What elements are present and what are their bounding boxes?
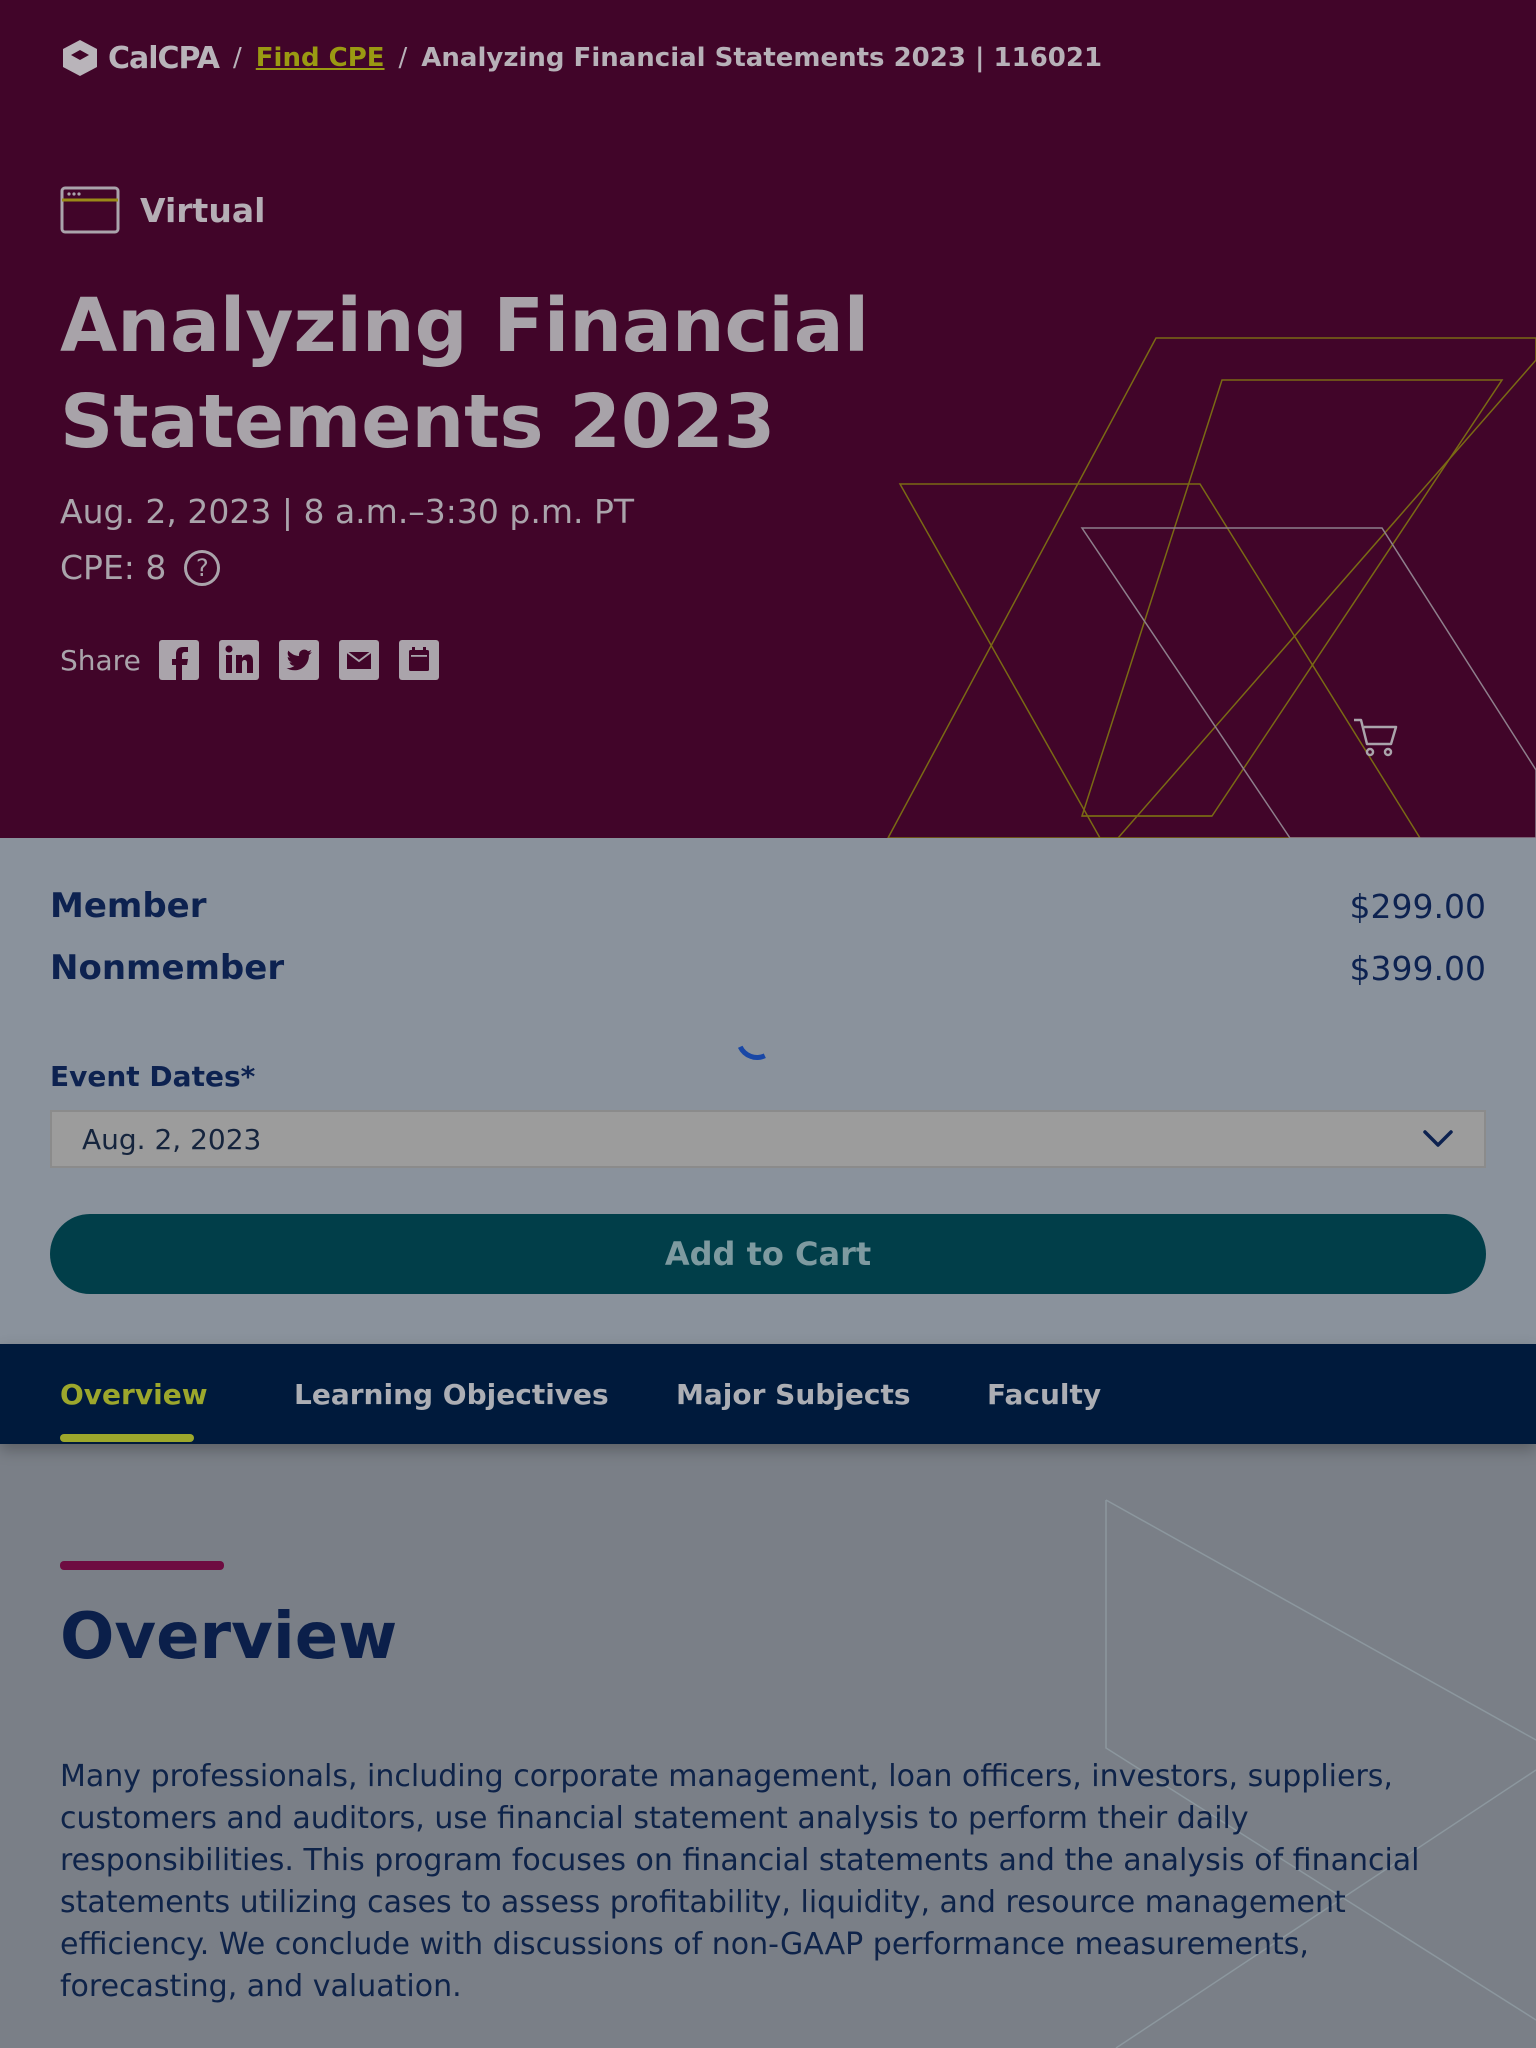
member-price: $299.00 bbox=[1349, 886, 1486, 926]
breadcrumb-separator: / bbox=[233, 43, 242, 73]
email-icon[interactable] bbox=[338, 640, 379, 680]
logo-text: CalCPA bbox=[108, 40, 220, 76]
event-dates-value: Aug. 2, 2023 bbox=[82, 1122, 262, 1156]
event-dates-select[interactable]: Aug. 2, 2023 bbox=[50, 1110, 1486, 1168]
chevron-down-icon bbox=[1423, 1130, 1453, 1147]
facebook-icon[interactable] bbox=[158, 640, 199, 680]
breadcrumb-current: Analyzing Financial Statements 2023 | 11… bbox=[421, 43, 1103, 73]
overview-heading: Overview bbox=[60, 1600, 398, 1674]
member-label: Member bbox=[50, 886, 207, 926]
tab-faculty[interactable]: Faculty bbox=[987, 1344, 1101, 1444]
virtual-icon bbox=[60, 186, 120, 234]
page-title: Analyzing Financial Statements 2023 bbox=[60, 283, 870, 465]
calendar-icon[interactable] bbox=[398, 640, 439, 680]
tab-overview[interactable]: Overview bbox=[60, 1344, 208, 1444]
calcpa-logo[interactable]: CalCPA bbox=[60, 38, 220, 78]
share-bar: Share bbox=[60, 640, 439, 680]
active-tab-indicator bbox=[60, 1434, 194, 1442]
format-label: Virtual bbox=[140, 190, 266, 230]
section-tabs: Overview Learning Objectives Major Subje… bbox=[0, 1344, 1536, 1444]
overview-text: Many professionals, including corporate … bbox=[60, 1759, 1420, 2004]
breadcrumb-separator: / bbox=[398, 43, 408, 73]
nonmember-price-row: Nonmember $399.00 bbox=[50, 948, 1486, 988]
section-accent-bar bbox=[60, 1561, 224, 1570]
event-date-time: Aug. 2, 2023 | 8 a.m.–3:30 p.m. PT bbox=[60, 492, 635, 531]
help-icon[interactable]: ? bbox=[184, 549, 221, 586]
logo-mark-icon bbox=[63, 40, 97, 76]
cart-icon[interactable] bbox=[1352, 716, 1398, 758]
event-dates-label: Event Dates* bbox=[50, 1060, 256, 1093]
twitter-icon[interactable] bbox=[278, 640, 319, 680]
cpe-label: CPE: 8 bbox=[60, 548, 167, 587]
tab-learning-objectives[interactable]: Learning Objectives bbox=[294, 1344, 609, 1444]
format-indicator: Virtual bbox=[60, 186, 265, 234]
member-price-row: Member $299.00 bbox=[50, 886, 1486, 926]
breadcrumb: CalCPA / Find CPE / Analyzing Financial … bbox=[60, 38, 1102, 78]
nonmember-label: Nonmember bbox=[50, 948, 285, 988]
breadcrumb-link-find-cpe[interactable]: Find CPE bbox=[256, 43, 385, 73]
hero-banner: CalCPA / Find CPE / Analyzing Financial … bbox=[0, 0, 1536, 838]
add-to-cart-button[interactable]: Add to Cart bbox=[50, 1214, 1486, 1294]
share-label: Share bbox=[60, 643, 141, 677]
tab-major-subjects[interactable]: Major Subjects bbox=[676, 1344, 911, 1444]
linkedin-icon[interactable] bbox=[218, 640, 259, 680]
cpe-credits: CPE: 8 ? bbox=[60, 548, 221, 587]
nonmember-price: $399.00 bbox=[1349, 948, 1486, 988]
